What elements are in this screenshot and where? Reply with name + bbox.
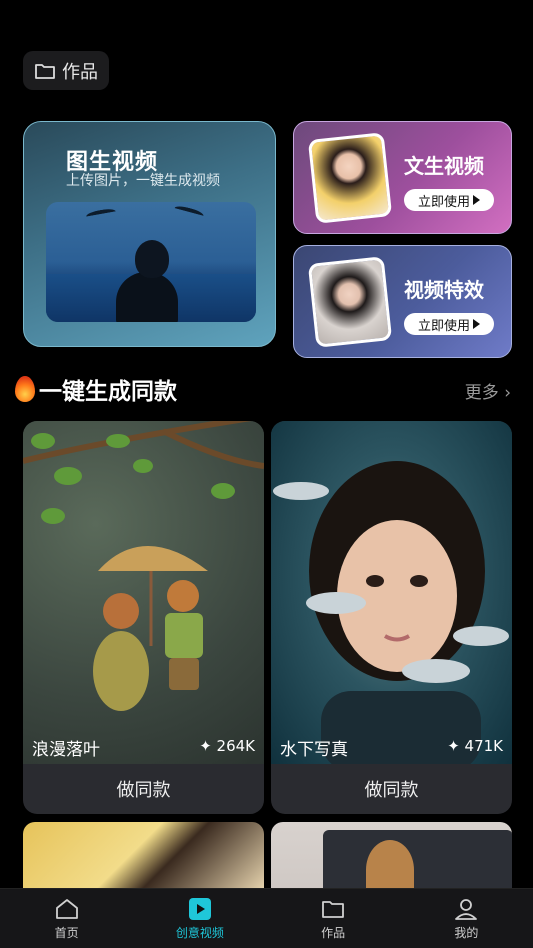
folder-icon xyxy=(35,63,55,79)
use-template-button[interactable]: 做同款 xyxy=(23,764,264,814)
feature-subtitle: 上传图片，一键生成视频 xyxy=(66,173,220,189)
bottom-tab-bar: 首页 创意视频 作品 我的 xyxy=(0,888,533,948)
text-to-video-card[interactable]: 文生视频 立即使用 xyxy=(293,121,512,234)
template-card[interactable]: 水下写真 ✦ 471K 做同款 xyxy=(271,421,512,814)
video-effects-card[interactable]: 视频特效 立即使用 xyxy=(293,245,512,358)
image-to-video-card[interactable]: 图生视频 上传图片，一键生成视频 xyxy=(23,121,276,347)
template-card[interactable]: 浪漫落叶 ✦ 264K 做同款 xyxy=(23,421,264,814)
tab-label: 我的 xyxy=(454,925,479,940)
use-button-label: 立即使用 xyxy=(417,318,470,334)
fire-icon xyxy=(15,376,35,402)
tab-home[interactable]: 首页 xyxy=(0,889,133,948)
works-button[interactable]: 作品 xyxy=(23,51,109,90)
tab-label: 创意视频 xyxy=(175,925,224,940)
template-card-partial[interactable] xyxy=(23,822,264,892)
text-to-video-title: 文生视频 xyxy=(404,154,484,178)
section-title: 一键生成同款 xyxy=(15,372,177,406)
section-title-text: 一键生成同款 xyxy=(39,379,177,405)
play-icon xyxy=(188,897,211,920)
tab-label: 首页 xyxy=(54,925,79,940)
use-template-button[interactable]: 做同款 xyxy=(271,764,512,814)
tab-label: 作品 xyxy=(321,925,346,940)
template-uses: ✦ 264K xyxy=(199,737,255,755)
more-link[interactable]: 更多 › xyxy=(465,378,511,403)
works-label: 作品 xyxy=(62,61,98,83)
template-uses: ✦ 471K xyxy=(447,737,503,755)
video-effects-thumbnail xyxy=(307,256,393,348)
feature-photo xyxy=(46,202,256,322)
play-triangle-icon xyxy=(473,195,480,205)
folder-icon xyxy=(322,900,345,918)
home-icon xyxy=(55,898,78,919)
text-to-video-thumbnail xyxy=(307,132,393,224)
template-image xyxy=(23,421,264,764)
text-to-video-use-button[interactable]: 立即使用 xyxy=(404,189,494,211)
use-button-label: 立即使用 xyxy=(417,194,470,210)
video-effects-use-button[interactable]: 立即使用 xyxy=(404,313,494,335)
tab-works[interactable]: 作品 xyxy=(267,889,400,948)
template-label: 浪漫落叶 xyxy=(32,740,100,760)
template-label: 水下写真 xyxy=(280,740,348,760)
play-triangle-icon xyxy=(473,319,480,329)
template-card-partial[interactable] xyxy=(271,822,512,892)
tab-creative-video[interactable]: 创意视频 xyxy=(133,889,266,948)
tab-mine[interactable]: 我的 xyxy=(400,889,533,948)
video-effects-title: 视频特效 xyxy=(404,278,484,302)
person-icon xyxy=(455,898,478,920)
template-image xyxy=(271,421,512,764)
